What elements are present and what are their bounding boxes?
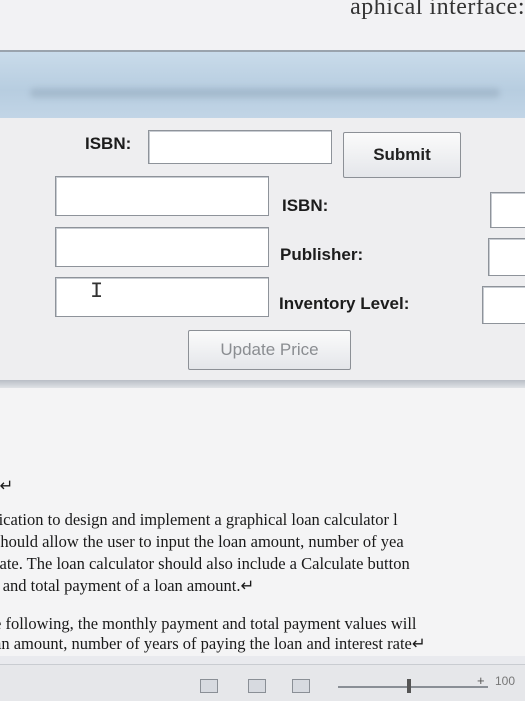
text-cursor-icon: I bbox=[90, 279, 104, 304]
isbn-search-label: ISBN: bbox=[85, 134, 132, 153]
print-layout-icon[interactable] bbox=[248, 679, 266, 693]
update-price-button[interactable]: Update Price bbox=[188, 330, 351, 370]
doc-line: rate. The loan calculator should also in… bbox=[0, 554, 410, 573]
document-top-strip: aphical interface: bbox=[0, 0, 525, 52]
doc-line: lication to design and implement a graph… bbox=[0, 510, 398, 529]
doc-line: an amount, number of years of paying the… bbox=[0, 634, 426, 653]
submit-button[interactable]: Submit bbox=[343, 132, 461, 178]
status-bar: + 100 bbox=[0, 664, 525, 701]
zoom-in-button[interactable]: + bbox=[477, 673, 485, 688]
paragraph-marker: )↵ bbox=[0, 476, 14, 495]
isbn-search-input[interactable] bbox=[148, 130, 332, 164]
window-bottom-edge bbox=[0, 380, 525, 388]
isbn-result-label: ISBN: bbox=[282, 196, 329, 215]
read-mode-icon[interactable] bbox=[200, 679, 218, 693]
publisher-field[interactable] bbox=[55, 227, 269, 267]
isbn-result-field[interactable] bbox=[55, 176, 269, 216]
zoom-level[interactable]: 100 bbox=[495, 674, 515, 688]
window-title-bar bbox=[0, 50, 525, 122]
document-body: )↵ lication to design and implement a gr… bbox=[0, 388, 525, 656]
doc-line: e following, the monthly payment and tot… bbox=[0, 614, 417, 633]
doc-line: t and total payment of a loan amount.↵ bbox=[0, 576, 255, 595]
document-heading: aphical interface: bbox=[350, 0, 525, 20]
inventory-field[interactable] bbox=[55, 277, 269, 317]
inventory-level-label: Inventory Level: bbox=[279, 294, 410, 313]
zoom-slider-thumb[interactable] bbox=[407, 679, 411, 693]
doc-line: should allow the user to input the loan … bbox=[0, 532, 404, 551]
inventory-side-field[interactable] bbox=[482, 286, 525, 324]
publisher-side-field[interactable] bbox=[488, 238, 525, 276]
publisher-label: Publisher: bbox=[280, 245, 364, 264]
zoom-slider-track[interactable] bbox=[338, 686, 488, 688]
isbn-side-field[interactable] bbox=[490, 192, 525, 228]
web-layout-icon[interactable] bbox=[292, 679, 310, 693]
